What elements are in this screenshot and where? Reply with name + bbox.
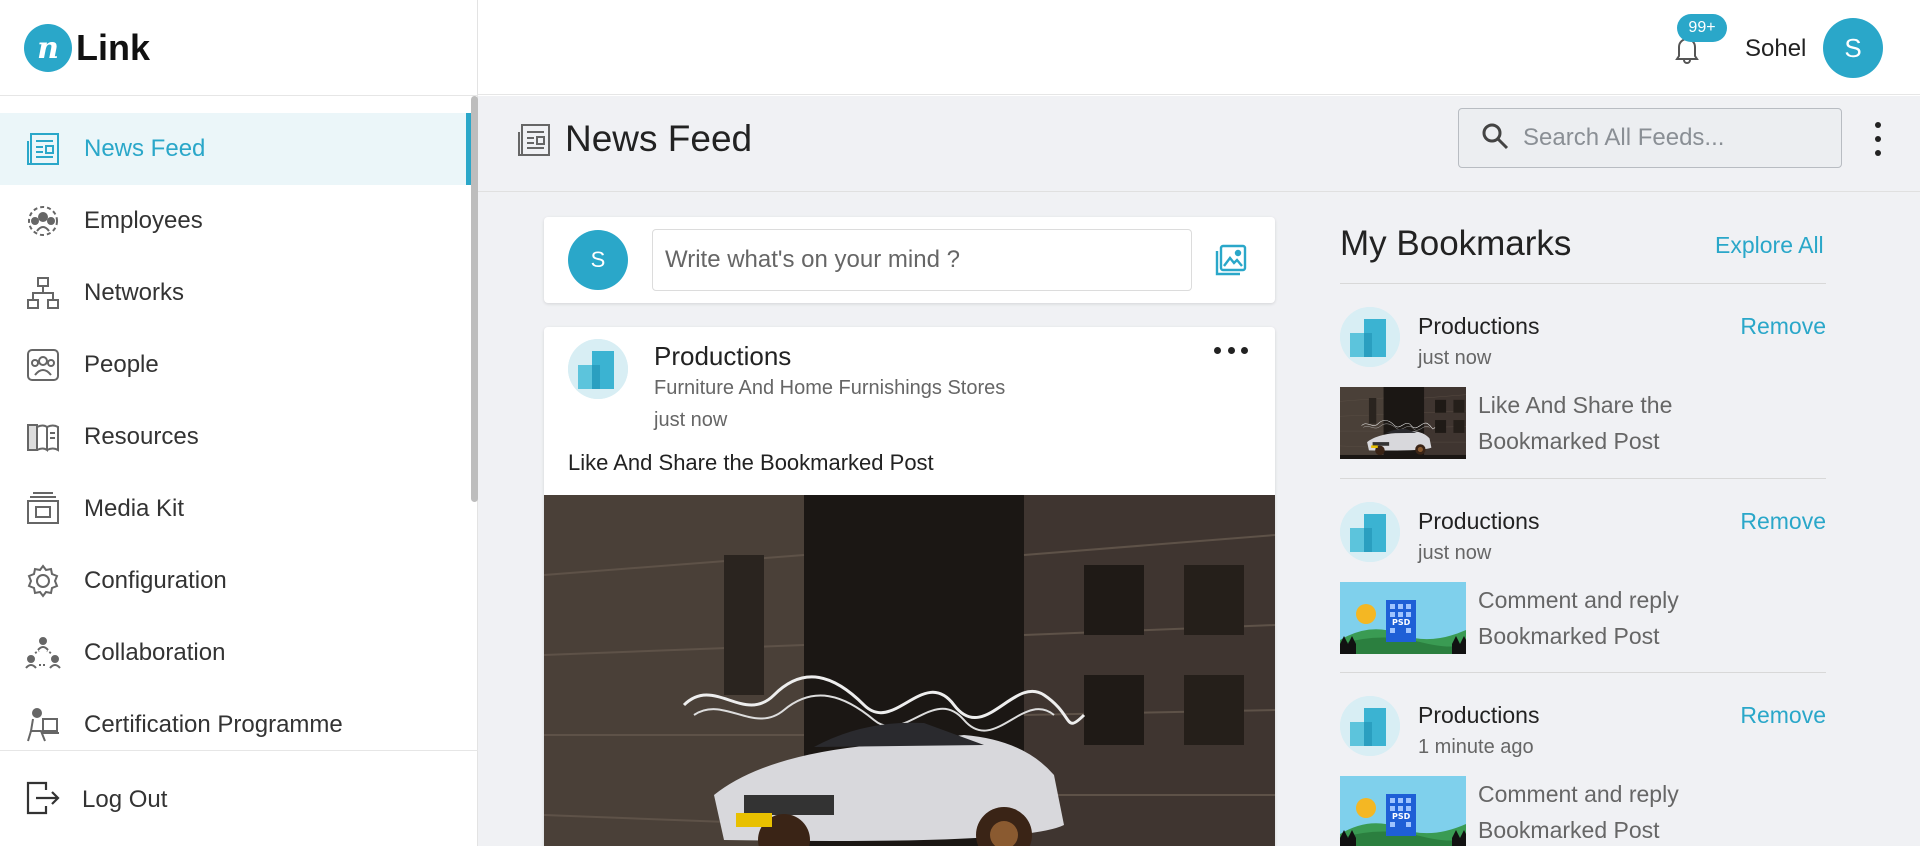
people-icon: [24, 346, 62, 384]
sidebar-item-resources[interactable]: Resources: [0, 401, 471, 473]
employees-icon: [24, 202, 62, 240]
sidebar-item-label: Resources: [84, 423, 199, 450]
collaboration-icon: [24, 634, 62, 672]
divider: [1340, 478, 1826, 479]
bookmark-description-line: Bookmarked Post: [1478, 623, 1660, 649]
sidebar-item-label: Networks: [84, 279, 185, 306]
sidebar-item-networks[interactable]: Networks: [0, 257, 471, 329]
logo-mark: n: [24, 24, 72, 72]
sidebar-item-label: Media Kit: [84, 495, 185, 522]
more-options-icon[interactable]: [1214, 347, 1248, 357]
bookmark-thumbnail: [1340, 582, 1466, 654]
explore-all-link[interactable]: Explore All: [1715, 232, 1824, 259]
bookmark-description-line: Bookmarked Post: [1478, 817, 1660, 843]
sidebar-item-news-feed[interactable]: News Feed: [0, 113, 471, 185]
sidebar-item-employees[interactable]: Employees: [0, 185, 471, 257]
divider: [0, 750, 478, 751]
company-logo: [1340, 307, 1400, 367]
divider: [1340, 283, 1826, 284]
company-logo[interactable]: [568, 339, 628, 399]
sidebar-item-label: People: [84, 351, 159, 378]
divider: [0, 95, 478, 96]
bookmarks-title: My Bookmarks: [1340, 224, 1572, 263]
sidebar-item-label: Configuration: [84, 567, 227, 594]
logout-icon: [24, 780, 60, 821]
sidebar-item-label: News Feed: [84, 135, 206, 162]
sidebar-item-configuration[interactable]: Configuration: [0, 545, 471, 617]
sidebar-item-media-kit[interactable]: Media Kit: [0, 473, 471, 545]
bookmark-thumbnail: [1340, 387, 1466, 459]
post-timestamp: just now: [654, 409, 728, 431]
news-feed-icon: [24, 130, 62, 168]
news-feed-icon: [516, 122, 552, 158]
gear-icon: [24, 562, 62, 600]
feed-post: Productions Furniture And Home Furnishin…: [544, 327, 1275, 846]
bookmark-author: Productions: [1418, 702, 1540, 728]
search-icon: [1481, 122, 1509, 155]
bookmark-author: Productions: [1418, 313, 1540, 339]
post-text: Like And Share the Bookmarked Post: [568, 450, 934, 475]
sidebar-nav: News Feed Employees Networks People Reso…: [0, 113, 471, 761]
search-input[interactable]: [1523, 124, 1833, 152]
bookmark-thumbnail: [1340, 776, 1466, 846]
post-image[interactable]: [544, 495, 1275, 846]
bookmark-timestamp: just now: [1418, 347, 1492, 369]
bookmark-timestamp: just now: [1418, 542, 1492, 564]
sidebar: n Link News Feed Employees Networks Peop…: [0, 0, 478, 846]
divider: [1340, 672, 1826, 673]
sidebar-item-label: Certification Programme: [84, 711, 343, 738]
post-category: Furniture And Home Furnishings Stores: [654, 377, 1006, 399]
logo-text: Link: [76, 27, 151, 68]
post-author[interactable]: Productions: [654, 341, 791, 372]
app-logo[interactable]: n Link: [24, 24, 150, 72]
bookmark-item[interactable]: Productions 1 minute ago Remove Comment …: [1340, 696, 1826, 846]
logout-label: Log Out: [82, 786, 168, 813]
company-logo: [1340, 502, 1400, 562]
bookmark-item[interactable]: Productions just now Remove Like And Sha…: [1340, 307, 1826, 477]
certification-icon: [24, 706, 62, 744]
remove-bookmark-button[interactable]: Remove: [1740, 702, 1826, 729]
networks-icon: [24, 274, 62, 312]
logout-button[interactable]: Log Out: [0, 764, 167, 836]
search-box: [1458, 108, 1842, 168]
page-header: News Feed: [478, 96, 1920, 192]
bookmark-description-line: Comment and reply: [1478, 781, 1679, 807]
bookmark-author: Productions: [1418, 508, 1540, 534]
bookmark-timestamp: 1 minute ago: [1418, 736, 1534, 758]
bookmark-description: Comment and reply Bookmarked Post: [1478, 582, 1818, 654]
avatar[interactable]: S: [1823, 18, 1883, 78]
more-options-icon[interactable]: [1868, 122, 1888, 156]
bookmark-description-line: Comment and reply: [1478, 587, 1679, 613]
main-content: News Feed S Productions Furniture And Ho…: [478, 96, 1920, 846]
bookmark-description-line: Bookmarked Post: [1478, 428, 1660, 454]
avatar: S: [568, 230, 628, 290]
remove-bookmark-button[interactable]: Remove: [1740, 508, 1826, 535]
bookmark-description-line: Like And Share the: [1478, 392, 1673, 418]
sidebar-item-collaboration[interactable]: Collaboration: [0, 617, 471, 689]
top-bar: 99+ Sohel S: [478, 0, 1920, 95]
sidebar-item-people[interactable]: People: [0, 329, 471, 401]
sidebar-scrollbar[interactable]: [471, 96, 478, 502]
company-logo: [1340, 696, 1400, 756]
resources-icon: [24, 418, 62, 456]
post-input[interactable]: [652, 229, 1192, 291]
notification-badge: 99+: [1677, 14, 1727, 42]
bookmark-description: Like And Share the Bookmarked Post: [1478, 387, 1818, 459]
bookmark-description: Comment and reply Bookmarked Post: [1478, 776, 1818, 846]
post-composer: S: [544, 217, 1275, 303]
sidebar-item-label: Collaboration: [84, 639, 226, 666]
media-kit-icon: [24, 490, 62, 528]
remove-bookmark-button[interactable]: Remove: [1740, 313, 1826, 340]
page-title: News Feed: [565, 118, 753, 159]
user-name[interactable]: Sohel: [1745, 35, 1806, 63]
image-upload-icon[interactable]: [1214, 243, 1248, 277]
sidebar-item-label: Employees: [84, 207, 203, 234]
bookmark-item[interactable]: Productions just now Remove Comment and …: [1340, 502, 1826, 672]
